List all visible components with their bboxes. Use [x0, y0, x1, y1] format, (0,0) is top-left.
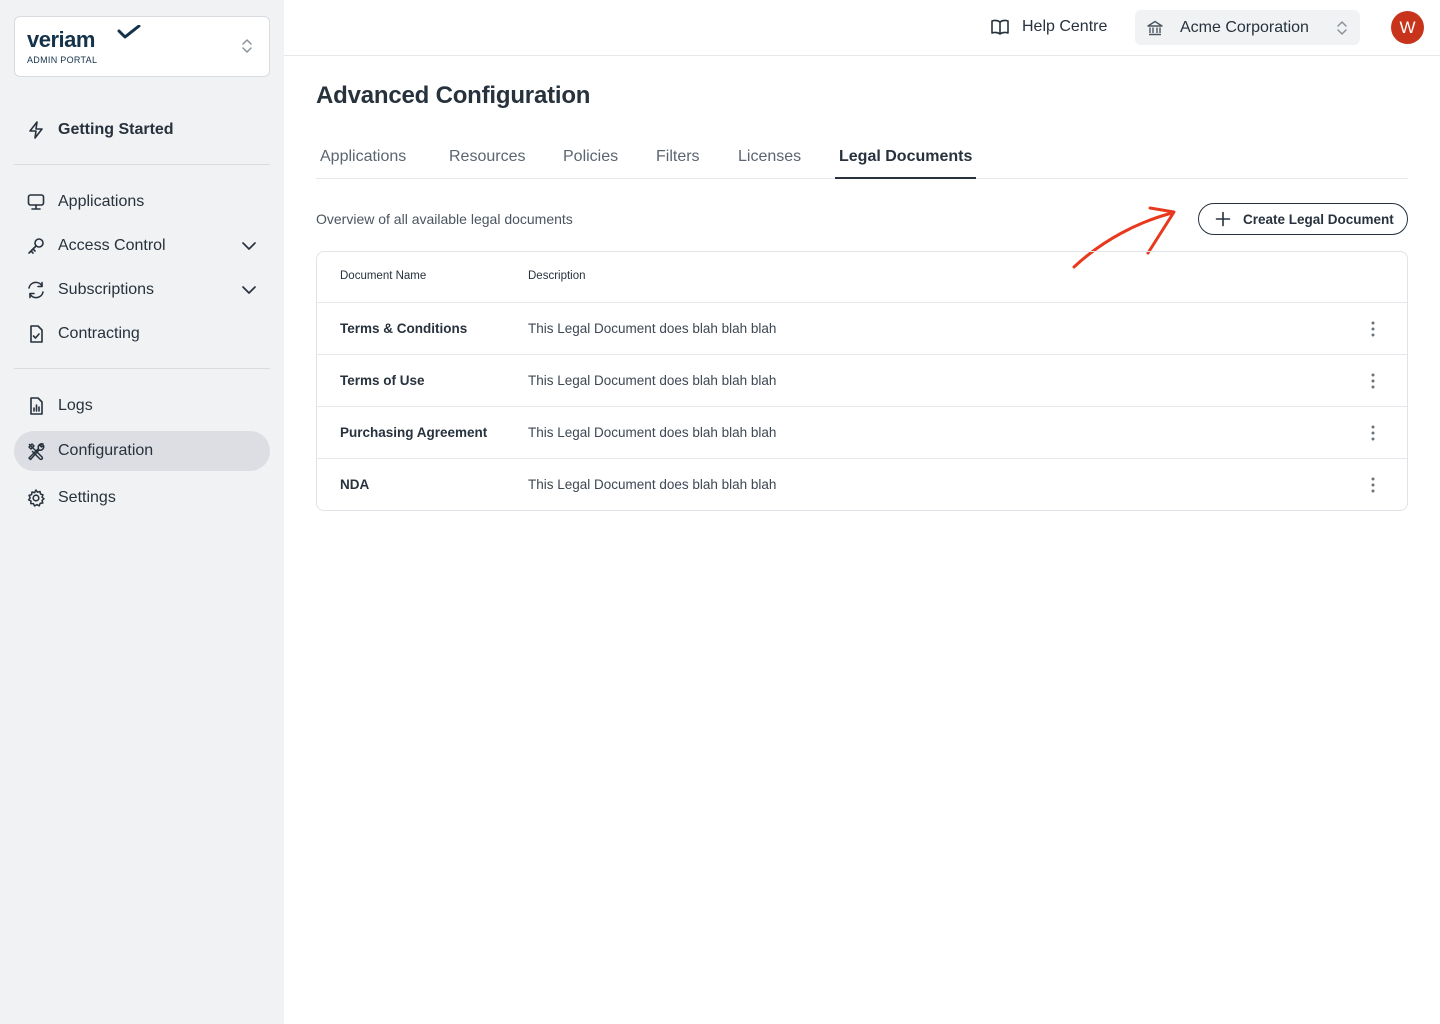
document-description: This Legal Document does blah blah blah: [528, 477, 777, 492]
tab-legal-documents[interactable]: Legal Documents: [835, 134, 977, 179]
brand-logo: veriam: [27, 27, 95, 52]
plus-icon: [1215, 211, 1231, 227]
organization-name: Acme Corporation: [1180, 18, 1309, 36]
tab-licenses[interactable]: Licenses: [734, 134, 805, 179]
table-row[interactable]: NDA This Legal Document does blah blah b…: [317, 459, 1407, 510]
table-header: Document Name Description: [317, 252, 1407, 303]
more-options-icon[interactable]: [1363, 475, 1383, 495]
sidebar: veriam ADMIN PORTAL Getting Started Appl…: [0, 0, 284, 1024]
sidebar-item-label: Settings: [58, 489, 116, 506]
book-icon: [991, 19, 1009, 35]
refresh-icon: [26, 280, 46, 300]
key-icon: [26, 236, 46, 256]
sidebar-item-getting-started[interactable]: Getting Started: [14, 110, 270, 150]
chevron-down-icon[interactable]: [240, 281, 258, 299]
chevron-up-down-icon: [1337, 21, 1347, 35]
more-options-icon[interactable]: [1363, 319, 1383, 339]
sidebar-item-label: Access Control: [58, 237, 166, 254]
sidebar-item-label: Subscriptions: [58, 281, 155, 298]
sidebar-divider: [14, 368, 270, 369]
document-name: Terms & Conditions: [340, 321, 468, 336]
sidebar-item-subscriptions[interactable]: Subscriptions: [14, 270, 270, 310]
brand-switcher[interactable]: veriam ADMIN PORTAL: [14, 16, 270, 77]
table-row[interactable]: Purchasing Agreement This Legal Document…: [317, 407, 1407, 459]
tab-filters[interactable]: Filters: [652, 134, 704, 179]
sidebar-item-settings[interactable]: Settings: [14, 478, 270, 518]
help-centre-link[interactable]: Help Centre: [990, 17, 1107, 37]
document-description: This Legal Document does blah blah blah: [528, 373, 777, 388]
help-centre-label: Help Centre: [1022, 18, 1108, 35]
sidebar-item-access-control[interactable]: Access Control: [14, 226, 270, 266]
file-chart-icon: [26, 396, 46, 416]
column-header-document-name: Document Name: [340, 270, 427, 282]
overview-text: Overview of all available legal document…: [316, 211, 573, 227]
more-options-icon[interactable]: [1363, 371, 1383, 391]
top-bar: Help Centre Acme Corporation W: [284, 0, 1440, 56]
legal-documents-table: Document Name Description Terms & Condit…: [316, 251, 1408, 511]
monitor-icon: [26, 192, 46, 212]
sidebar-item-label: Configuration: [58, 442, 154, 459]
document-name: Purchasing Agreement: [340, 425, 488, 440]
column-header-description: Description: [528, 270, 586, 282]
document-name: NDA: [340, 477, 370, 492]
sidebar-item-contracting[interactable]: Contracting: [14, 314, 270, 354]
page-title: Advanced Configuration: [316, 82, 591, 109]
table-row[interactable]: Terms & Conditions This Legal Document d…: [317, 303, 1407, 355]
sidebar-divider: [14, 164, 270, 165]
brand-subtitle: ADMIN PORTAL: [27, 55, 98, 65]
tab-bar: Applications Resources Policies Filters …: [316, 134, 1408, 179]
tools-icon: [26, 441, 46, 461]
gear-icon: [26, 488, 46, 508]
document-description: This Legal Document does blah blah blah: [528, 425, 777, 440]
tab-applications[interactable]: Applications: [316, 134, 410, 179]
sidebar-item-applications[interactable]: Applications: [14, 182, 270, 222]
avatar[interactable]: W: [1391, 11, 1424, 44]
create-legal-document-label: Create Legal Document: [1243, 211, 1394, 227]
sidebar-item-label: Applications: [58, 193, 145, 210]
sidebar-item-configuration[interactable]: Configuration: [14, 431, 270, 471]
create-legal-document-button[interactable]: Create Legal Document: [1198, 203, 1408, 235]
brand-check-icon: [117, 25, 141, 39]
more-options-icon[interactable]: [1363, 423, 1383, 443]
tab-policies[interactable]: Policies: [559, 134, 622, 179]
bank-icon: [1147, 20, 1163, 35]
document-name: Terms of Use: [340, 373, 425, 388]
bolt-icon: [26, 120, 46, 140]
sidebar-item-label: Contracting: [58, 325, 140, 342]
sidebar-item-label: Getting Started: [58, 121, 174, 138]
tab-resources[interactable]: Resources: [445, 134, 529, 179]
sidebar-item-logs[interactable]: Logs: [14, 386, 270, 426]
document-description: This Legal Document does blah blah blah: [528, 321, 777, 336]
table-row[interactable]: Terms of Use This Legal Document does bl…: [317, 355, 1407, 407]
file-check-icon: [26, 324, 46, 344]
chevron-up-down-icon: [242, 39, 252, 53]
organization-switcher[interactable]: Acme Corporation: [1135, 10, 1360, 45]
sidebar-item-label: Logs: [58, 397, 93, 414]
chevron-down-icon[interactable]: [240, 237, 258, 255]
